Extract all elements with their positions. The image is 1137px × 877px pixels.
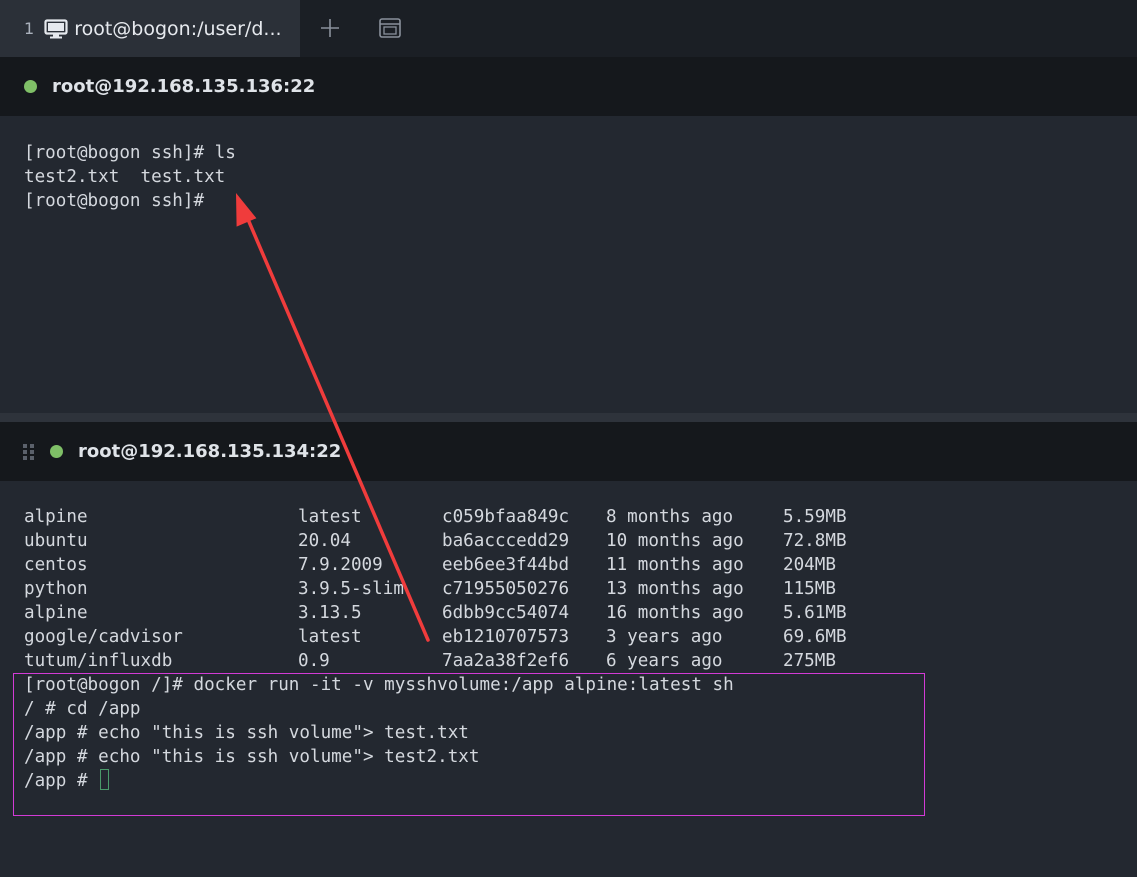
image-table-cell: 16 months ago xyxy=(606,603,744,623)
monitor-icon xyxy=(44,18,68,38)
image-table-cell: 6 years ago xyxy=(606,651,723,671)
image-table-cell: 11 months ago xyxy=(606,555,744,575)
image-table-cell: latest xyxy=(298,627,362,647)
terminal-cursor xyxy=(100,769,110,790)
image-table-cell: google/cadvisor xyxy=(24,627,183,647)
image-table-cell: 3.9.5-slim xyxy=(298,579,404,599)
terminal-line: /app # echo "this is ssh volume"> test.t… xyxy=(24,723,469,743)
tab-session-1[interactable]: 1 root@bogon:/user/d... xyxy=(0,0,300,57)
pane1-terminal[interactable]: [root@bogon ssh]# ls test2.txt test.txt … xyxy=(0,116,1137,413)
pane1-host: root@192.168.135.136:22 xyxy=(52,76,316,97)
image-table-cell: python xyxy=(24,579,88,599)
image-table-cell: 20.04 xyxy=(298,531,351,551)
tab-number: 1 xyxy=(24,19,35,38)
pane2-host: root@192.168.135.134:22 xyxy=(78,441,342,462)
new-tab-button[interactable] xyxy=(316,14,344,42)
image-table-cell: latest xyxy=(298,507,362,527)
image-table-cell: alpine xyxy=(24,603,88,623)
image-table-cell: 69.6MB xyxy=(783,627,847,647)
terminal-line: [root@bogon ssh]# ls xyxy=(24,143,236,163)
terminal-line: [root@bogon /]# docker run -it -v mysshv… xyxy=(24,675,734,695)
terminal-line: /app # xyxy=(24,769,110,793)
plus-icon xyxy=(321,19,339,37)
image-table-cell: ubuntu xyxy=(24,531,88,551)
terminal-line: / # cd /app xyxy=(24,699,141,719)
image-table-cell: c71955050276 xyxy=(442,579,570,599)
drag-handle-icon[interactable] xyxy=(22,442,36,462)
image-table-cell: 0.9 xyxy=(298,651,330,671)
prompt-text: /app # xyxy=(24,771,99,791)
image-table-cell: 5.59MB xyxy=(783,507,847,527)
image-table-cell: ba6acccedd29 xyxy=(442,531,570,551)
image-table-cell: 7.9.2009 xyxy=(298,555,383,575)
image-table-cell: 10 months ago xyxy=(606,531,744,551)
pane2-header[interactable]: root@192.168.135.134:22 xyxy=(0,422,1137,481)
image-table-cell: 72.8MB xyxy=(783,531,847,551)
image-table-cell: 7aa2a38f2ef6 xyxy=(442,651,570,671)
image-table-cell: 115MB xyxy=(783,579,836,599)
image-table-cell: tutum/influxdb xyxy=(24,651,173,671)
terminal-line: test2.txt test.txt xyxy=(24,167,226,187)
image-table-cell: eb1210707573 xyxy=(442,627,570,647)
terminal-line: /app # echo "this is ssh volume"> test2.… xyxy=(24,747,480,767)
connection-status-dot xyxy=(50,445,63,458)
image-table-cell: 204MB xyxy=(783,555,836,575)
terminal-line: [root@bogon ssh]# xyxy=(24,191,205,211)
image-table-cell: centos xyxy=(24,555,88,575)
image-table-cell: eeb6ee3f44bd xyxy=(442,555,570,575)
image-table-cell: 6dbb9cc54074 xyxy=(442,603,570,623)
image-table-cell: 3.13.5 xyxy=(298,603,362,623)
image-table-cell: 275MB xyxy=(783,651,836,671)
window-layout-button[interactable] xyxy=(376,14,404,42)
image-table-cell: 3 years ago xyxy=(606,627,723,647)
image-table-cell: alpine xyxy=(24,507,88,527)
pane2-terminal[interactable]: alpine latest c059bfaa849c 8 months ago 5.59… xyxy=(0,481,1137,877)
image-table-cell: c059bfaa849c xyxy=(442,507,570,527)
tab-title: root@bogon:/user/d... xyxy=(74,17,282,40)
pane-splitter[interactable] xyxy=(0,413,1137,422)
tab-bar: 1 root@bogon:/user/d... xyxy=(0,0,1137,57)
connection-status-dot xyxy=(24,80,37,93)
pane1-header[interactable]: root@192.168.135.136:22 xyxy=(0,57,1137,116)
image-table-cell: 5.61MB xyxy=(783,603,847,623)
image-table-cell: 13 months ago xyxy=(606,579,744,599)
window-icon xyxy=(379,18,401,38)
image-table-cell: 8 months ago xyxy=(606,507,734,527)
